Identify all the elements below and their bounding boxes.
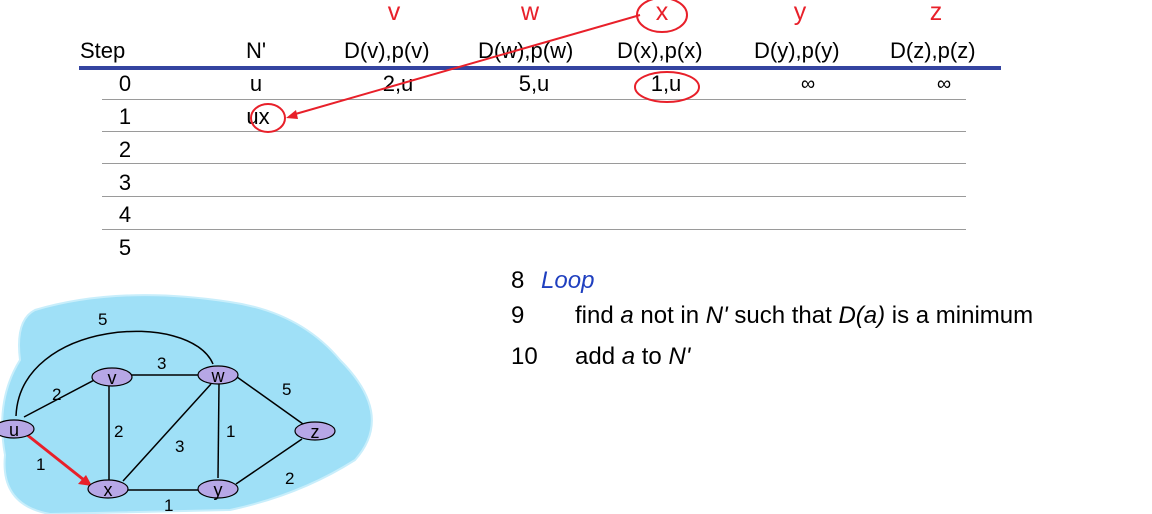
algo-var: N': [705, 302, 728, 329]
x-column-circle: [636, 0, 688, 33]
edge-cost-v-x: 2: [114, 422, 123, 441]
arrowhead-icon: [286, 110, 298, 119]
min-value-circle: [634, 71, 700, 103]
algo-var: N': [668, 343, 691, 370]
node-label-x: x: [104, 480, 113, 500]
edge-w-y: [217, 383, 220, 479]
algo-text: not in: [633, 302, 706, 329]
algo-text: to: [635, 343, 669, 370]
algo-var: D(a): [838, 302, 886, 329]
algo-line-10: 10 add a to N': [511, 343, 690, 371]
edge-cost-w-y: 1: [226, 422, 235, 441]
algo-text: find: [575, 302, 621, 329]
edge-cost-w-x: 3: [175, 437, 184, 456]
edge-cost-w-z: 5: [282, 380, 291, 399]
annotation-overlay: [250, 0, 700, 133]
algo-line-8: 8 Loop: [511, 267, 594, 295]
edge-cost-u-v: 2: [52, 385, 61, 404]
line-number: 9: [511, 302, 525, 329]
loop-keyword: Loop: [541, 267, 595, 294]
node-label-w: w: [211, 366, 226, 386]
node-label-u: u: [9, 420, 19, 440]
algo-var: a: [620, 302, 634, 329]
line-number: 10: [511, 343, 538, 370]
edge-cost-v-w: 3: [157, 354, 166, 373]
added-node-circle: [250, 103, 286, 133]
network-graph: 5 2 3 2 3 1 5 1 1 2 u v w x y z: [0, 294, 373, 514]
node-label-z: z: [311, 422, 320, 442]
node-label-y: y: [214, 480, 223, 500]
annotation-arrow: [291, 14, 641, 116]
edge-cost-y-z: 2: [285, 469, 294, 488]
edge-cost-u-w: 5: [98, 310, 107, 329]
node-label-v: v: [108, 368, 117, 388]
line-number: 8: [511, 267, 525, 294]
algo-var: a: [621, 343, 636, 370]
algo-text: such that: [727, 302, 839, 329]
edge-cost-u-x: 1: [36, 455, 45, 474]
algo-text: add: [575, 343, 622, 370]
algo-line-9: 9 find a not in N' such that D(a) is a mi…: [511, 302, 1033, 330]
edge-cost-x-y: 1: [164, 496, 173, 514]
network-cloud: [1, 294, 373, 514]
algo-text: is a minimum: [885, 302, 1034, 329]
